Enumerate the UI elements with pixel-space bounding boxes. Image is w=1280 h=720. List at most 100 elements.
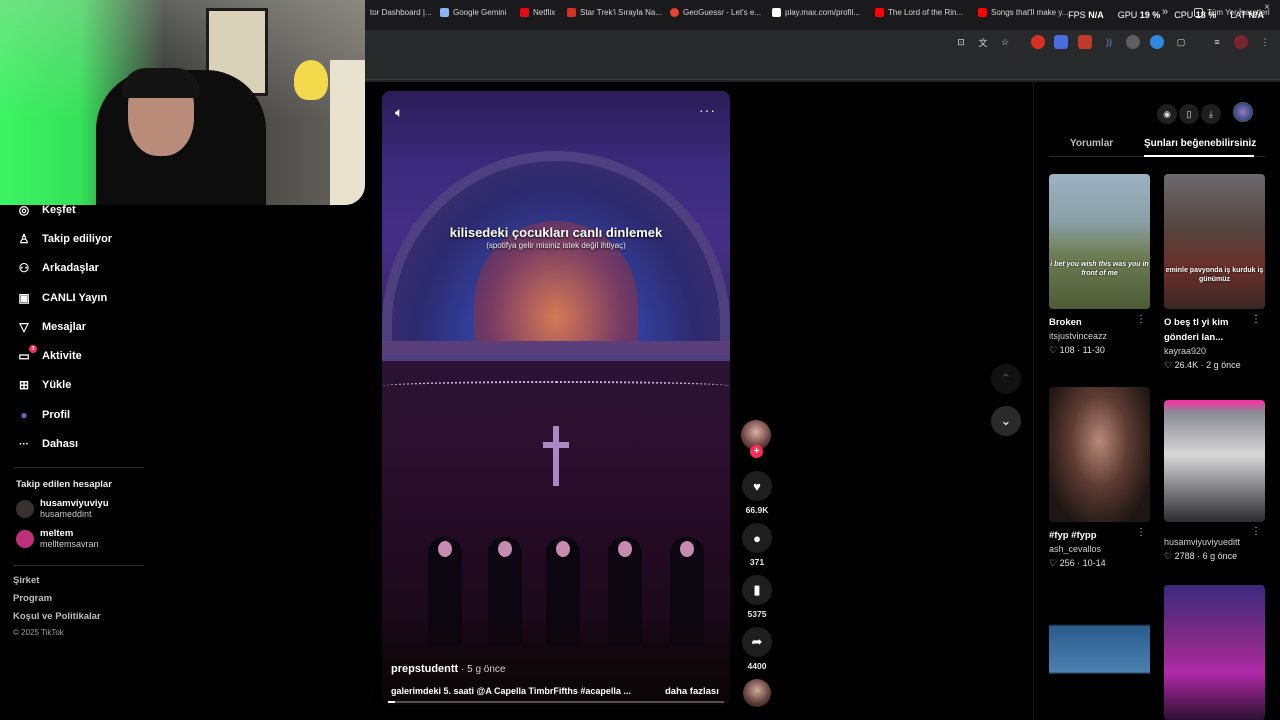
recommended-video-card[interactable] xyxy=(1164,585,1265,720)
extension-sound-icon[interactable]: )) xyxy=(1102,35,1116,49)
star-bookmark-icon[interactable]: ☆ xyxy=(998,35,1012,49)
video-progress-bar[interactable] xyxy=(388,701,724,703)
account-handle: husameddint xyxy=(40,509,92,519)
translate-icon[interactable]: 文 xyxy=(976,35,990,49)
nav-label: Profil xyxy=(42,409,71,421)
recommended-video-card[interactable]: #fyp #fypp ⋮ ash_cevallos ♡ 256 · 10-14 xyxy=(1049,387,1150,570)
video-player[interactable]: kilisedeki çocukları canlı dinlemek (spo… xyxy=(382,91,730,705)
card-stats: ♡ 2788 · 6 g önce xyxy=(1164,551,1238,561)
extension-blue-circle-icon[interactable] xyxy=(1150,35,1164,49)
user-avatar[interactable] xyxy=(1233,102,1253,122)
install-app-icon[interactable]: ⊡ xyxy=(954,35,968,49)
nav-friends[interactable]: ⚇ Arkadaşlar xyxy=(16,258,99,278)
nav-activity[interactable]: ▭ 3 Aktivite xyxy=(16,345,82,366)
bookmark-icon[interactable]: ▮ xyxy=(742,575,772,605)
like-button[interactable]: ♥ 66.9K xyxy=(739,471,775,515)
recommended-video-card[interactable] xyxy=(1049,600,1150,720)
video-thumbnail[interactable] xyxy=(1049,600,1150,720)
video-progress-fill xyxy=(388,701,395,703)
share-arrow-icon[interactable]: ➦ xyxy=(742,627,772,657)
extension-pen-icon[interactable] xyxy=(1078,35,1092,49)
startrek-icon xyxy=(567,7,576,17)
volume-icon[interactable]: 🔈︎ xyxy=(395,104,403,121)
card-user[interactable]: ash_cevallos xyxy=(1049,543,1150,556)
video-thumbnail[interactable]: i bet you wish this was you in front of … xyxy=(1049,174,1150,309)
bookmark-item[interactable]: play.max.com/profil... xyxy=(772,5,860,19)
sidebar-divider xyxy=(14,467,144,468)
recommended-video-card[interactable]: ⋮ husamviyuviyueditt ♡ 2788 · 6 g önce xyxy=(1164,400,1265,563)
footer-link-company[interactable]: Şirket xyxy=(13,575,39,586)
bookmark-item[interactable]: The Lord of the Rin... xyxy=(875,5,963,19)
nav-label: Mesajlar xyxy=(42,321,87,333)
bookmark-label: The Lord of the Rin... xyxy=(888,7,964,17)
following-account[interactable]: meltem melltemsavran xyxy=(16,527,99,551)
bookmark-item[interactable]: tor Dashboard |... xyxy=(366,5,432,19)
more-options-icon[interactable]: ··· xyxy=(699,102,716,118)
next-video-avatar[interactable] xyxy=(743,679,771,707)
card-more-icon[interactable]: ⋮ xyxy=(1136,314,1146,325)
nav-upload[interactable]: ⊞ Yükle xyxy=(16,375,71,395)
extension-blue-icon[interactable] xyxy=(1054,35,1068,49)
account-name: husamviyuviyu xyxy=(40,498,109,509)
footer-link-program[interactable]: Program xyxy=(13,593,52,604)
follow-plus-icon[interactable]: + xyxy=(750,445,763,458)
following-account[interactable]: husamviyuviyu husameddint xyxy=(16,497,109,521)
heart-icon[interactable]: ♥ xyxy=(742,471,772,501)
extension-red-icon[interactable] xyxy=(1031,35,1045,49)
card-more-icon[interactable]: ⋮ xyxy=(1136,527,1146,538)
nav-profile[interactable]: ● Profil xyxy=(16,405,70,425)
previous-video-button[interactable]: ⌃ xyxy=(991,364,1021,394)
card-stats: ♡ 108 · 11-30 xyxy=(1049,345,1105,355)
nav-following[interactable]: ♙ Takip ediliyor xyxy=(16,229,112,249)
card-title: Broken xyxy=(1049,317,1082,328)
fps-label: FPS xyxy=(1068,10,1086,20)
extension-gray-icon[interactable] xyxy=(1126,35,1140,49)
video-thumbnail[interactable] xyxy=(1049,387,1150,522)
overlay-close-icon[interactable]: × xyxy=(1264,2,1270,13)
bookmark-item[interactable]: Google Gemini xyxy=(440,5,506,19)
next-video-button[interactable]: ⌄ xyxy=(991,406,1021,436)
bookmark-item[interactable]: Netflix xyxy=(520,5,555,19)
nav-live[interactable]: ▣ CANLI Yayın xyxy=(16,288,107,308)
card-user[interactable]: itsjustvinceazz xyxy=(1049,330,1150,343)
bookmark-item[interactable]: Star Trek'i Sırayla Na... xyxy=(567,5,662,19)
tab-comments[interactable]: Yorumlar xyxy=(1070,138,1113,149)
device-icon[interactable]: ▯ xyxy=(1179,104,1199,124)
bookmark-label: Songs that'll make y... xyxy=(991,7,1069,17)
browser-profile-icon[interactable] xyxy=(1234,35,1248,49)
account-names: meltem melltemsavran xyxy=(40,528,99,550)
nav-more[interactable]: ··· Dahası xyxy=(16,434,78,454)
recommended-video-card[interactable]: i bet you wish this was you in front of … xyxy=(1049,174,1150,357)
author-name[interactable]: prepstudentt xyxy=(391,663,458,675)
video-thumbnail[interactable] xyxy=(1164,400,1265,522)
extensions-puzzle-icon[interactable]: ▢ xyxy=(1174,35,1188,49)
bookmark-button[interactable]: ▮ 5375 xyxy=(739,575,775,619)
show-more-link[interactable]: daha fazlası xyxy=(665,686,719,697)
card-user[interactable]: kayraa920 xyxy=(1164,345,1265,358)
card-more-icon[interactable]: ⋮ xyxy=(1251,526,1261,537)
browser-menu-icon[interactable]: ⋮ xyxy=(1258,35,1272,49)
comment-icon[interactable]: ● xyxy=(742,523,772,553)
reading-list-icon[interactable]: ≡ xyxy=(1210,35,1224,49)
video-thumbnail[interactable] xyxy=(1164,585,1265,720)
recommended-video-card[interactable]: eminle pavyonda iş kurduk iş günümüz O b… xyxy=(1164,174,1265,372)
download-icon[interactable]: ⤓ xyxy=(1201,104,1221,124)
performance-overlay: FPS N/A GPU 19 % CPU 18 % LAT N/A xyxy=(1068,10,1264,20)
activity-icon: ▭ 3 xyxy=(16,345,37,364)
nav-messages[interactable]: ▽ Mesajlar xyxy=(16,317,86,337)
card-user[interactable]: husamviyuviyueditt xyxy=(1164,536,1265,549)
card-more-icon[interactable]: ⋮ xyxy=(1251,314,1261,325)
autoscroll-icon[interactable]: ◉ xyxy=(1157,104,1177,124)
nav-explore[interactable]: ◎ Keşfet xyxy=(16,200,76,220)
card-stats: ♡ 256 · 10-14 xyxy=(1049,558,1106,568)
footer-link-terms[interactable]: Koşul ve Politikalar xyxy=(13,611,101,622)
video-author-line: prepstudentt · 5 g önce xyxy=(391,663,506,675)
following-accounts-title: Takip edilen hesaplar xyxy=(16,479,112,490)
tab-you-may-like[interactable]: Şunları beğenebilirsiniz xyxy=(1144,138,1256,149)
cpu-value: 18 % xyxy=(1195,10,1217,20)
share-button[interactable]: ➦ 4400 xyxy=(739,627,775,671)
bookmark-item[interactable]: GeoGuessr - Let's e... xyxy=(670,5,761,19)
comment-button[interactable]: ● 371 xyxy=(739,523,775,567)
video-thumbnail[interactable]: eminle pavyonda iş kurduk iş günümüz xyxy=(1164,174,1265,309)
bookmark-item[interactable]: Songs that'll make y... xyxy=(978,5,1068,19)
